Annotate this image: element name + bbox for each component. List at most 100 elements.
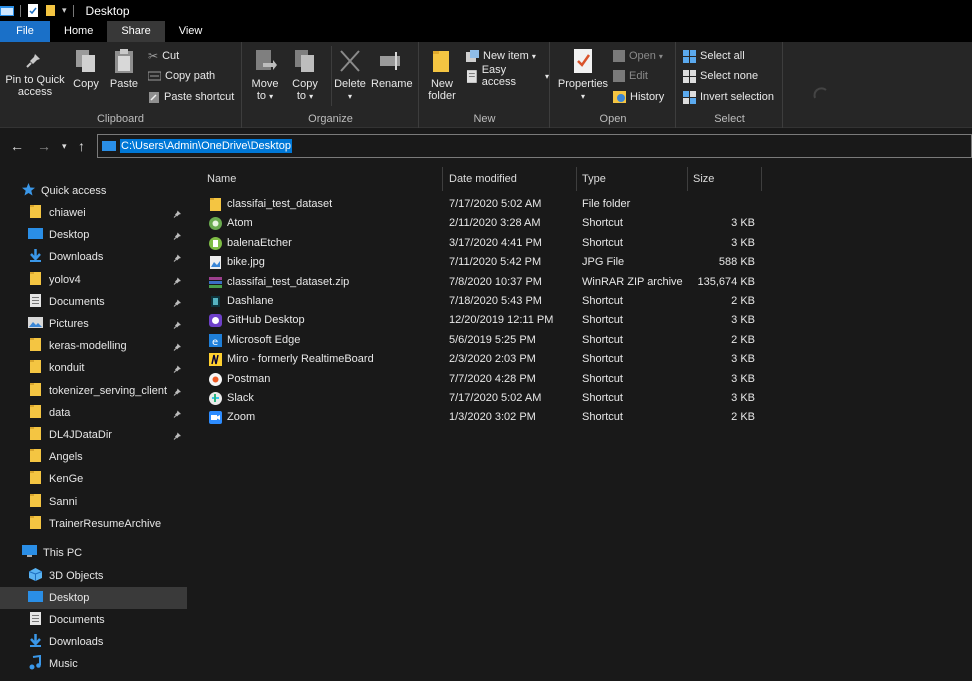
paste-shortcut-button[interactable]: Paste shortcut <box>148 89 234 105</box>
tab-view[interactable]: View <box>165 21 217 42</box>
edit-button[interactable]: Edit <box>613 68 648 84</box>
history-button[interactable]: History <box>613 89 664 105</box>
file-row[interactable]: Postman 7/7/2020 4:28 PM Shortcut 3 KB <box>206 370 766 389</box>
new-folder-button[interactable]: New folder <box>424 48 460 102</box>
file-type: Shortcut <box>582 372 623 385</box>
file-row[interactable]: Atom 2/11/2020 3:28 AM Shortcut 3 KB <box>206 214 766 233</box>
pin-icon[interactable] <box>173 275 183 288</box>
nav-item-yolov4[interactable]: yolov4 <box>0 269 187 291</box>
new-folder-quick-icon[interactable] <box>45 4 57 17</box>
nav-item-downloads[interactable]: Downloads <box>0 246 187 268</box>
pin-to-quick-access-button[interactable]: Pin to Quick access <box>4 48 66 98</box>
file-row[interactable]: classifai_test_dataset 7/17/2020 5:02 AM F… <box>206 195 766 214</box>
address-bar[interactable]: C:\Users\Admin\OneDrive\Desktop <box>97 134 972 158</box>
nav-item-documents[interactable]: Documents <box>0 291 187 313</box>
nav-item-dl4jdatadir[interactable]: DL4JDataDir <box>0 424 187 446</box>
file-row[interactable]: bike.jpg 7/11/2020 5:42 PM JPG File 588 KB <box>206 253 766 272</box>
copy-button[interactable]: Copy <box>70 48 102 90</box>
open-label: Open <box>599 113 627 125</box>
column-header-size[interactable]: Size <box>693 167 714 191</box>
column-header-name[interactable]: Name <box>207 167 236 191</box>
nav-header-quick-access[interactable]: Quick access <box>0 180 187 202</box>
up-arrow-icon[interactable]: ↑ <box>78 138 85 154</box>
file-row[interactable]: e Microsoft Edge 5/6/2019 5:25 PM Shortcut 2… <box>206 331 766 350</box>
file-row[interactable]: GitHub Desktop 12/20/2019 12:11 PM Shortcu… <box>206 311 766 330</box>
new-item-button[interactable]: New item ▾ <box>466 48 536 64</box>
delete-button[interactable]: Delete ▾ <box>333 48 367 103</box>
file-name: Miro - formerly RealtimeBoard <box>227 353 374 366</box>
column-header-date-modified[interactable]: Date modified <box>449 167 517 191</box>
rename-button[interactable]: Rename <box>371 48 413 90</box>
github-desktop-icon <box>208 313 223 331</box>
pin-icon[interactable] <box>173 386 183 399</box>
nav-item-desktop[interactable]: Desktop <box>0 224 187 246</box>
cut-button[interactable]: ✂ Cut <box>148 48 179 64</box>
nav-item-pc-music[interactable]: Music <box>0 653 187 675</box>
file-date-modified: 12/20/2019 12:11 PM <box>449 314 554 327</box>
back-arrow-icon[interactable]: ← <box>10 138 24 154</box>
tab-home[interactable]: Home <box>50 21 107 42</box>
file-row[interactable]: Miro - formerly RealtimeBoard 2/3/2020 2:… <box>206 350 766 369</box>
file-row[interactable]: balenaEtcher 3/17/2020 4:41 PM Shortcut 3 K… <box>206 234 766 253</box>
pin-icon[interactable] <box>173 297 183 310</box>
pin-icon[interactable] <box>173 363 183 376</box>
pin-icon[interactable] <box>173 430 183 443</box>
nav-item-pc-desktop[interactable]: Desktop <box>0 586 187 609</box>
file-type: Shortcut <box>582 411 623 424</box>
nav-item-kenge[interactable]: KenGe <box>0 468 187 490</box>
tab-file[interactable]: File <box>0 21 50 42</box>
select-none-button[interactable]: Select none <box>683 68 758 84</box>
svg-text:e: e <box>212 337 218 348</box>
pin-icon[interactable] <box>173 341 183 354</box>
nav-item-keras-modelling[interactable]: keras-modelling <box>0 335 187 357</box>
atom-icon <box>208 216 223 234</box>
ribbon-tabs: File Home Share View <box>0 21 972 42</box>
tab-share[interactable]: Share <box>107 21 165 42</box>
download-icon <box>28 248 43 266</box>
file-row[interactable]: Slack 7/17/2020 5:02 AM Shortcut 3 KB <box>206 389 766 408</box>
nav-item-label: Sanni <box>49 495 78 508</box>
address-path[interactable]: C:\Users\Admin\OneDrive\Desktop <box>120 139 292 153</box>
pin-icon[interactable] <box>173 408 183 421</box>
properties-quick-icon[interactable] <box>27 4 39 17</box>
copy-to-button[interactable]: Copy to ▾ <box>287 48 323 103</box>
nav-item-trainerresumearchive[interactable]: TrainerResumeArchive <box>0 513 187 535</box>
recent-locations-chevron-icon[interactable]: ▾ <box>62 141 67 152</box>
nav-item-pictures[interactable]: Pictures <box>0 313 187 335</box>
invert-selection-button[interactable]: Invert selection <box>683 89 774 105</box>
customize-toolbar-icon[interactable]: ▾ <box>62 5 67 16</box>
nav-item-tokenizer-serving-client[interactable]: tokenizer_serving_client <box>0 380 187 402</box>
nav-item-sanni[interactable]: Sanni <box>0 491 187 513</box>
nav-header-this-pc[interactable]: This PC <box>0 542 187 564</box>
pin-icon[interactable] <box>173 319 183 332</box>
nav-item-pc-3d-objects[interactable]: 3D Objects <box>0 565 187 587</box>
file-row[interactable]: Zoom 1/3/2020 3:02 PM Shortcut 2 KB <box>206 408 766 427</box>
select-all-button[interactable]: Select all <box>683 48 745 64</box>
pin-icon[interactable] <box>173 252 183 265</box>
file-type: Shortcut <box>582 353 623 366</box>
nav-item-chiawei[interactable]: chiawei <box>0 202 187 224</box>
nav-item-pc-downloads[interactable]: Downloads <box>0 631 187 653</box>
file-name: Dashlane <box>227 295 274 307</box>
file-type: Shortcut <box>582 392 623 404</box>
paste-button[interactable]: Paste <box>108 48 140 90</box>
pin-icon[interactable] <box>173 230 183 243</box>
pin-icon[interactable] <box>173 208 183 221</box>
new-group: New folder New item ▾ Easy access ▾ New <box>420 42 550 128</box>
file-row[interactable]: Dashlane 7/18/2020 5:43 PM Shortcut 2 KB <box>206 292 766 311</box>
easy-access-button[interactable]: Easy access ▾ <box>466 64 549 88</box>
properties-button[interactable]: Properties ▾ <box>557 48 609 103</box>
organize-group: Move to ▾ Copy to ▾ Delete ▾ Rename Organiz… <box>243 42 419 128</box>
nav-item-label: Desktop <box>49 591 90 604</box>
file-row[interactable]: classifai_test_dataset.zip 7/8/2020 10:37… <box>206 273 766 292</box>
copy-path-button[interactable]: Copy path <box>148 68 215 84</box>
forward-arrow-icon[interactable]: → <box>37 138 51 154</box>
nav-item-angels[interactable]: Angels <box>0 446 187 468</box>
folder-icon <box>28 271 43 289</box>
column-header-type[interactable]: Type <box>582 167 606 191</box>
nav-item-data[interactable]: data <box>0 402 187 424</box>
nav-item-konduit[interactable]: konduit <box>0 357 187 379</box>
open-button[interactable]: Open ▾ <box>613 48 663 64</box>
move-to-button[interactable]: Move to ▾ <box>247 48 283 103</box>
nav-item-pc-documents[interactable]: Documents <box>0 609 187 631</box>
